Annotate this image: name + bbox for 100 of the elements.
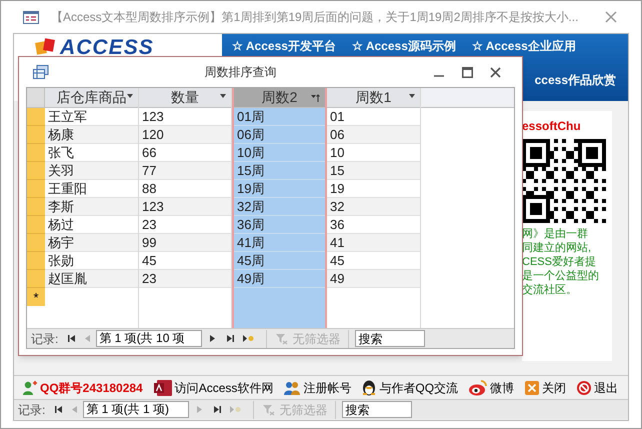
column-header[interactable]: 周数1: [327, 88, 420, 108]
banner-link[interactable]: ☆ Access开发平台: [232, 39, 336, 53]
dropdown-arrow-icon: [409, 94, 415, 98]
table-cell: 张飞: [45, 144, 138, 162]
toolbar-button[interactable]: 访问Access软件网: [152, 378, 274, 396]
toolbar-button[interactable]: 注册帐号: [283, 378, 352, 396]
form-icon: [23, 10, 39, 24]
table-cell: 01周: [234, 108, 325, 126]
row-selector[interactable]: [27, 252, 45, 270]
toolbar-button[interactable]: 微博: [468, 378, 514, 396]
close-icon: [605, 11, 617, 23]
table-cell: 23: [139, 270, 231, 288]
last-record-icon: [226, 334, 235, 343]
table-cell: 王重阳: [45, 180, 138, 198]
close-button[interactable]: [488, 65, 502, 79]
banner-link[interactable]: ☆ Access源码示例: [352, 39, 456, 53]
previous-icon: [82, 334, 92, 343]
close-icon: [524, 380, 540, 396]
row-selector[interactable]: [27, 126, 45, 144]
database-app-icon: [152, 378, 173, 396]
row-selector[interactable]: [27, 216, 45, 234]
no-entry-icon: [576, 380, 592, 396]
next-icon: [194, 405, 204, 414]
table-cell: 06: [327, 126, 420, 144]
query-icon: [33, 65, 49, 79]
row-selector[interactable]: [27, 162, 45, 180]
table-cell: 杨宇: [45, 234, 138, 252]
table-cell: 32: [327, 198, 420, 216]
table-cell: 06周: [234, 126, 325, 144]
toolbar-button[interactable]: 退出: [576, 378, 618, 396]
table-cell: 王立军: [45, 108, 138, 126]
table-cell: 99: [139, 234, 231, 252]
panel-description: 网》是由一群 同建立的网站, CESS爱好者提 是一个公益型的 交流社区。: [522, 227, 600, 297]
table-cell: 123: [139, 198, 231, 216]
table-cell: 49: [327, 270, 420, 288]
new-record-icon: [229, 405, 242, 414]
table-cell: 19周: [234, 180, 325, 198]
table-cell: 41: [327, 234, 420, 252]
row-selector[interactable]: [27, 234, 45, 252]
table-cell: 杨康: [45, 126, 138, 144]
search-field[interactable]: 搜索: [342, 401, 412, 418]
new-record-icon: [242, 334, 254, 343]
maximize-button[interactable]: [460, 65, 474, 79]
table-cell: 120: [139, 126, 231, 144]
toolbar-button[interactable]: 与作者QQ交流: [361, 378, 458, 396]
table-cell: 15周: [234, 162, 325, 180]
banner-link[interactable]: ccess作品欣赏: [534, 73, 616, 87]
row-selector[interactable]: *: [27, 288, 45, 306]
sort-ascending-icon: [311, 94, 320, 102]
table-cell: 张勋: [45, 252, 138, 270]
table-cell: 杨过: [45, 216, 138, 234]
row-selector[interactable]: [27, 180, 45, 198]
record-label: 记录:: [18, 402, 46, 418]
select-all-corner[interactable]: [27, 88, 45, 108]
dropdown-arrow-icon: [220, 94, 226, 98]
table-cell: 10周: [234, 144, 325, 162]
column-header[interactable]: 店仓库商品: [45, 88, 138, 108]
filter-icon: [262, 404, 276, 416]
next-icon: [208, 334, 217, 343]
penguin-icon: [361, 379, 378, 396]
table-cell: 41周: [234, 234, 325, 252]
table-cell: 赵匡胤: [45, 270, 138, 288]
dropdown-arrow-icon: [127, 94, 133, 98]
close-icon: [490, 66, 500, 78]
filter-icon: [275, 332, 288, 344]
table-cell: 45周: [234, 252, 325, 270]
table-cell: 77: [139, 162, 231, 180]
logo-text: ACCESS: [60, 38, 154, 58]
toolbar-button[interactable]: QQ群号243180284: [22, 378, 143, 396]
user-add-icon: [22, 380, 38, 396]
column-header[interactable]: 周数2: [234, 88, 325, 108]
table-cell: 49周: [234, 270, 325, 288]
first-record-icon: [66, 334, 76, 343]
row-selector[interactable]: [27, 270, 45, 288]
record-position-field[interactable]: 第 1 项(共 1 项): [83, 401, 190, 418]
maximize-icon: [462, 66, 472, 78]
banner-link[interactable]: ☆ Access企业应用: [472, 39, 576, 53]
column-header[interactable]: 数量: [139, 88, 231, 108]
first-record-icon: [54, 405, 63, 414]
table-cell: 李斯: [45, 198, 138, 216]
new-row-marker: *: [33, 290, 39, 304]
panel-heading: essoftChu: [522, 118, 582, 135]
row-selector[interactable]: [27, 108, 45, 126]
table-cell: 36周: [234, 216, 325, 234]
record-label: 记录:: [31, 330, 58, 348]
search-field[interactable]: 搜索: [355, 330, 426, 347]
toolbar-button[interactable]: 关闭: [524, 378, 566, 396]
users-icon: [283, 380, 302, 396]
logo-icon: [34, 38, 56, 56]
table-cell: 15: [327, 162, 420, 180]
last-record-icon: [212, 405, 222, 414]
row-selector[interactable]: [27, 144, 45, 162]
record-position-field[interactable]: 第 1 项(共 10 项: [96, 330, 202, 347]
previous-icon: [70, 405, 79, 414]
minimize-icon: [434, 75, 444, 77]
weibo-icon: [468, 379, 488, 396]
table-cell: 32周: [234, 198, 325, 216]
dialog-title: 周数排序查询: [204, 64, 278, 81]
row-selector[interactable]: [27, 198, 45, 216]
table-cell: 关羽: [45, 162, 138, 180]
